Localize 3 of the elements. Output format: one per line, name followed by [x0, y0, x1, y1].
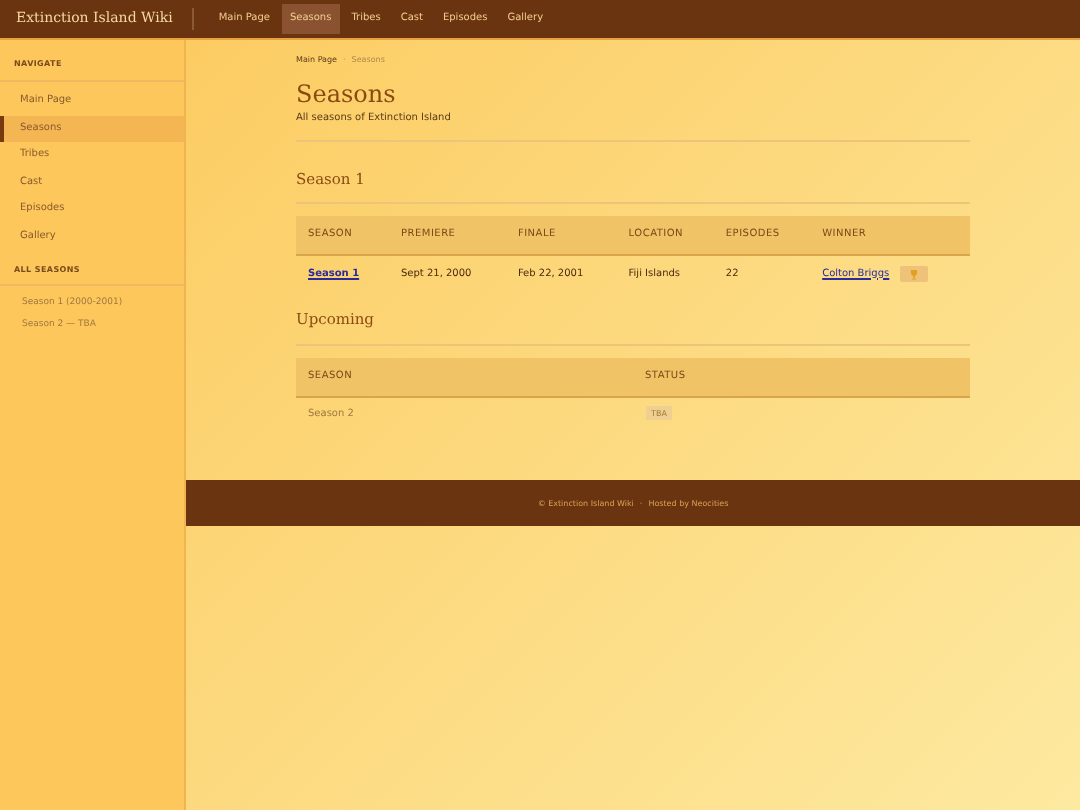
- trophy-icon: [909, 269, 918, 280]
- trophy-button[interactable]: [899, 266, 928, 283]
- page-title: Seasons: [296, 78, 398, 112]
